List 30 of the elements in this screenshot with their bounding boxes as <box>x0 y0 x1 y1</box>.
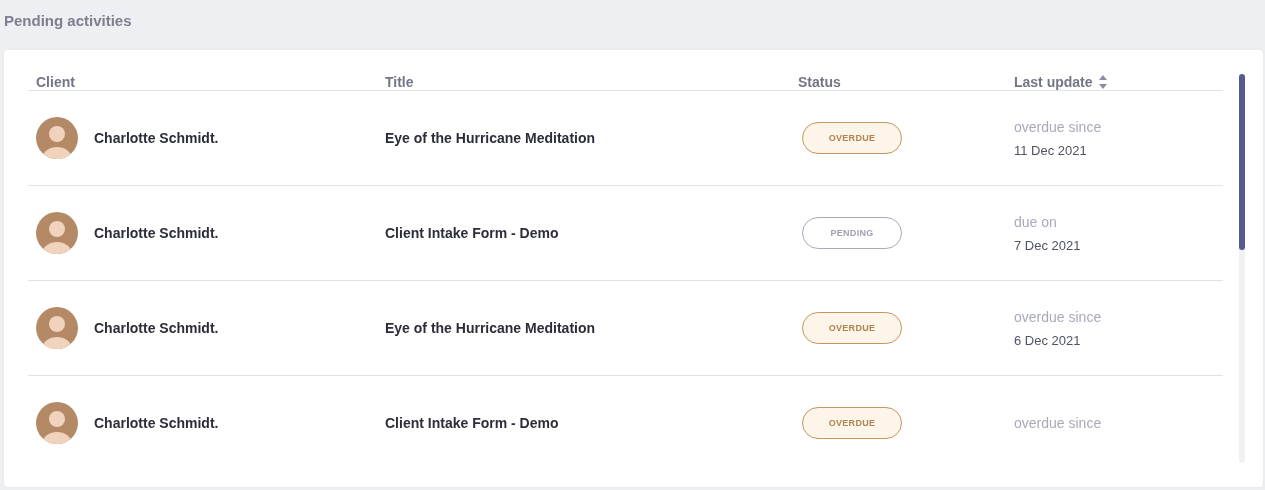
scrollbar-thumb[interactable] <box>1239 74 1245 250</box>
sort-icon[interactable] <box>1098 75 1107 89</box>
avatar-icon <box>36 212 78 254</box>
client-name: Charlotte Schmidt. <box>94 130 219 146</box>
update-date: 6 Dec 2021 <box>1014 332 1082 348</box>
activity-title: Client Intake Form - Demo <box>385 225 559 241</box>
client-name: Charlotte Schmidt. <box>94 415 219 431</box>
avatar-icon <box>36 307 78 349</box>
update-label: due on <box>1014 213 1058 230</box>
column-header: Title <box>385 74 414 90</box>
update-label: overdue since <box>1014 308 1103 325</box>
status-badge: PENDING <box>802 217 902 249</box>
status-badge: OVERDUE <box>802 312 902 344</box>
section-title: Pending activities <box>4 11 133 31</box>
update-date: 11 Dec 2021 <box>1014 142 1088 158</box>
status-badge: OVERDUE <box>802 122 902 154</box>
client-name: Charlotte Schmidt. <box>94 320 219 336</box>
avatar-icon <box>36 117 78 159</box>
column-header: Client <box>36 74 75 90</box>
update-date: 7 Dec 2021 <box>1014 237 1082 253</box>
column-header: Status <box>798 74 841 90</box>
status-badge: OVERDUE <box>802 407 902 439</box>
column-header[interactable]: Last update <box>1014 74 1093 90</box>
activity-title: Eye of the Hurricane Meditation <box>385 320 596 336</box>
update-label: overdue since <box>1014 118 1103 135</box>
update-label: overdue since <box>1014 415 1103 431</box>
avatar-icon <box>36 402 78 444</box>
activity-title: Client Intake Form - Demo <box>385 415 559 431</box>
client-name: Charlotte Schmidt. <box>94 225 219 241</box>
activity-title: Eye of the Hurricane Meditation <box>385 130 596 146</box>
